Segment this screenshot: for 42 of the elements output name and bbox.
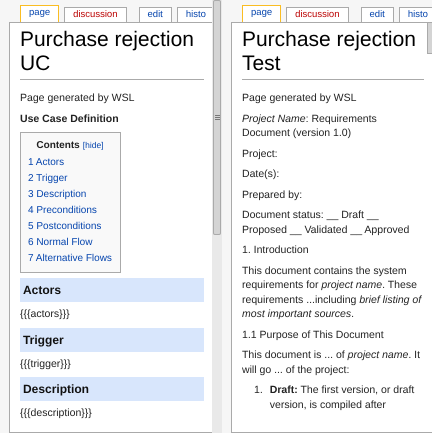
page-tab[interactable]: discussion	[64, 7, 126, 22]
contents-link[interactable]: 5 Postconditions	[28, 219, 112, 235]
paragraph: Page generated by WSL	[20, 91, 136, 106]
paragraph: Document status: __ Draft __ Proposed __ Validated __ Approved	[242, 208, 410, 237]
paragraph: Project:	[242, 146, 279, 161]
section-heading: Actors	[20, 278, 204, 302]
paragraph: 1.1 Purpose of This Document	[242, 328, 385, 342]
paragraph: This document is ... of project name. It will go ... of the project:	[242, 348, 422, 377]
list-number: 1.	[254, 383, 263, 398]
page-tab[interactable]: edit	[360, 7, 394, 22]
contents-link[interactable]: 6 Normal Flow	[28, 235, 112, 251]
page-tab[interactable]: page	[242, 5, 282, 22]
paragraph: {{{trigger}}}	[20, 356, 72, 371]
page-tab[interactable]: edit	[138, 7, 172, 22]
contents-link[interactable]: 4 Preconditions	[28, 203, 112, 219]
contents-link[interactable]: 7 Alternative Flows	[28, 251, 112, 267]
grip-icon	[214, 115, 220, 120]
subheading: Use Case Definition	[20, 112, 120, 126]
paragraph: Date(s):	[242, 167, 280, 182]
paragraph: Prepared by:	[242, 188, 304, 202]
paragraph: Project Name: Requirements Document (version 1.0)	[242, 112, 378, 140]
page-tab[interactable]: discussion	[286, 7, 348, 22]
contents-title: Contents	[36, 140, 80, 151]
contents-link[interactable]: 1 Actors	[28, 155, 112, 171]
scrollbar-thumb[interactable]	[427, 22, 432, 54]
page-title: Purchase rejection Test	[242, 28, 424, 80]
paragraph: {{{actors}}}	[20, 307, 71, 322]
scrollbar-thumb[interactable]	[213, 0, 221, 235]
page-title: Purchase rejection UC	[20, 28, 204, 80]
paragraph: 1. Introduction	[242, 243, 310, 258]
paragraph: This document contains the system requirements for project name. These requirements ...including brief listing of most important sources.	[242, 264, 423, 322]
contents-link[interactable]: 3 Description	[28, 187, 112, 203]
page-tab[interactable]: histo	[176, 7, 212, 22]
section-heading: Trigger	[20, 328, 204, 352]
page-tab[interactable]: page	[20, 5, 60, 22]
contents-link[interactable]: 2 Trigger	[28, 171, 112, 187]
paragraph: Page generated by WSL	[242, 91, 358, 106]
paragraph: {{{description}}}	[20, 406, 93, 420]
section-heading: Description	[20, 377, 204, 401]
list-item: Draft: The first version, or draft version, is compiled after	[270, 383, 416, 412]
page-tab[interactable]: histo	[398, 7, 432, 22]
hide-link[interactable]: [hide]	[82, 140, 104, 150]
